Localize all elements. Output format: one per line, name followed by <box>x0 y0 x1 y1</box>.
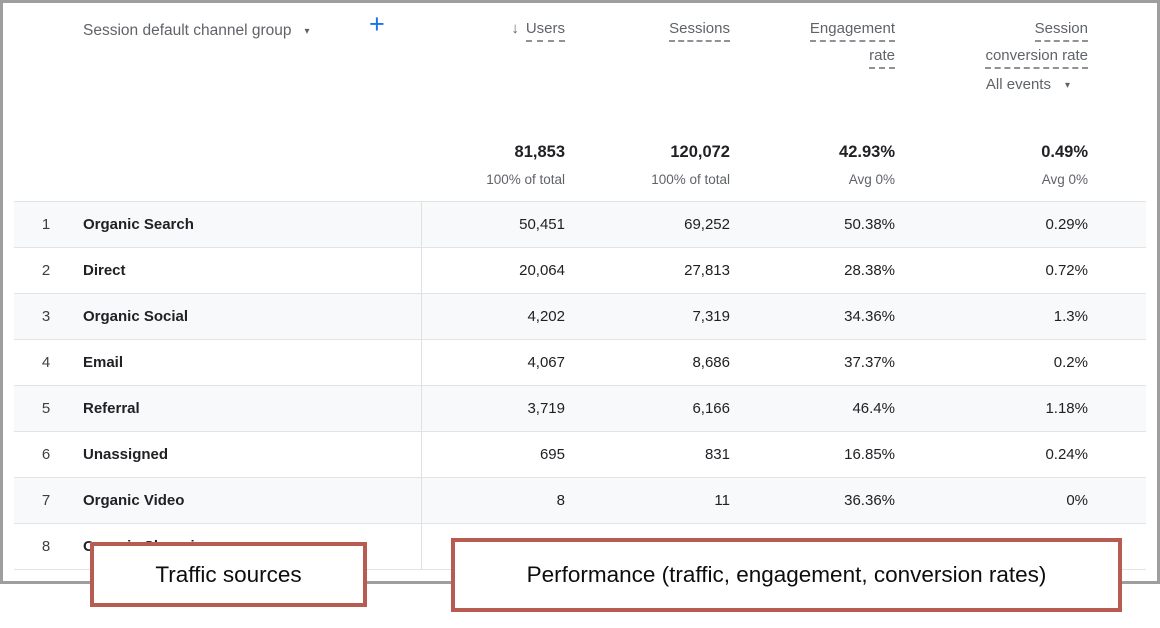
conversion-value: 0.72% <box>1045 248 1088 293</box>
conversion-value: 0.2% <box>1054 340 1088 385</box>
table-row: 5 Referral 3,719 6,166 46.4% 1.18% <box>14 385 1146 431</box>
engagement-value: 28.38% <box>844 248 895 293</box>
dimension-selector[interactable]: Session default channel group ▾ <box>83 22 310 40</box>
users-value: 20,064 <box>519 248 565 293</box>
column-divider <box>421 201 422 569</box>
conversion-value: 0.29% <box>1045 202 1088 247</box>
engagement-value: 34.36% <box>844 294 895 339</box>
chevron-down-icon: ▾ <box>1065 81 1070 91</box>
table-row: 2 Direct 20,064 27,813 28.38% 0.72% <box>14 247 1146 293</box>
sessions-value: 7,319 <box>692 294 730 339</box>
sessions-header-label[interactable]: Sessions <box>669 20 730 42</box>
chevron-down-icon: ▾ <box>305 27 310 37</box>
table-row: 4 Email 4,067 8,686 37.37% 0.2% <box>14 339 1146 385</box>
sessions-value: 27,813 <box>684 248 730 293</box>
column-header-session-conversion-rate[interactable]: Session conversion rate All events ▾ <box>985 20 1088 93</box>
channel-name: Organic Search <box>83 202 194 247</box>
engagement-header-line2[interactable]: rate <box>869 47 895 69</box>
totals-engagement-note: Avg 0% <box>839 172 895 188</box>
annotation-performance: Performance (traffic, engagement, conver… <box>451 538 1122 612</box>
engagement-header-line1[interactable]: Engagement <box>810 20 895 42</box>
column-header-sessions[interactable]: Sessions <box>669 20 730 42</box>
users-value: 3,719 <box>527 386 565 431</box>
conversion-value: 1.18% <box>1045 386 1088 431</box>
page: Session default channel group ▾ + ↓ User… <box>0 0 1160 628</box>
engagement-value: 37.37% <box>844 340 895 385</box>
totals-conversion: 0.49% Avg 0% <box>1041 142 1088 188</box>
conversion-value: 0.24% <box>1045 432 1088 477</box>
users-value: 50,451 <box>519 202 565 247</box>
users-value: 8 <box>557 478 565 523</box>
conversion-header-line2[interactable]: conversion rate <box>985 47 1088 69</box>
conversion-header-line1[interactable]: Session <box>1035 20 1088 42</box>
annotation-traffic-sources: Traffic sources <box>90 542 367 607</box>
dimension-label: Session default channel group <box>83 22 292 40</box>
column-header-engagement-rate[interactable]: Engagement rate <box>810 20 895 69</box>
table-row: 1 Organic Search 50,451 69,252 50.38% 0.29% <box>14 201 1146 247</box>
conversion-value: 0% <box>1066 478 1088 523</box>
conversion-value: 1.3% <box>1054 294 1088 339</box>
engagement-value: 36.36% <box>844 478 895 523</box>
table-panel: Session default channel group ▾ + ↓ User… <box>0 0 1160 584</box>
channel-name: Organic Social <box>83 294 188 339</box>
row-number: 6 <box>32 432 60 477</box>
users-value: 4,202 <box>527 294 565 339</box>
totals-engagement-value: 42.93% <box>839 142 895 162</box>
users-value: 695 <box>540 432 565 477</box>
sessions-value: 831 <box>705 432 730 477</box>
table-row: 6 Unassigned 695 831 16.85% 0.24% <box>14 431 1146 477</box>
engagement-value: 46.4% <box>852 386 895 431</box>
users-value: 4,067 <box>527 340 565 385</box>
channel-name: Unassigned <box>83 432 168 477</box>
channel-name: Direct <box>83 248 126 293</box>
totals-conversion-value: 0.49% <box>1041 142 1088 162</box>
row-number: 8 <box>32 524 60 569</box>
totals-users-value: 81,853 <box>486 142 565 162</box>
channel-name: Organic Video <box>83 478 184 523</box>
sessions-value: 8,686 <box>692 340 730 385</box>
row-number: 7 <box>32 478 60 523</box>
row-number: 4 <box>32 340 60 385</box>
totals-sessions-note: 100% of total <box>651 172 730 188</box>
table-row: 7 Organic Video 8 11 36.36% 0% <box>14 477 1146 523</box>
row-number: 3 <box>32 294 60 339</box>
sessions-value: 11 <box>714 478 730 523</box>
sessions-value: 69,252 <box>684 202 730 247</box>
channel-name: Email <box>83 340 123 385</box>
table-row: 3 Organic Social 4,202 7,319 34.36% 1.3% <box>14 293 1146 339</box>
conversion-event-filter[interactable]: All events ▾ <box>986 76 1070 93</box>
totals-sessions-value: 120,072 <box>651 142 730 162</box>
column-header-users[interactable]: ↓ Users <box>511 20 565 42</box>
add-column-button[interactable]: + <box>369 11 385 38</box>
sort-descending-icon: ↓ <box>511 20 519 37</box>
totals-users-note: 100% of total <box>486 172 565 188</box>
totals-conversion-note: Avg 0% <box>1041 172 1088 188</box>
totals-engagement: 42.93% Avg 0% <box>839 142 895 188</box>
row-number: 2 <box>32 248 60 293</box>
row-number: 1 <box>32 202 60 247</box>
totals-sessions: 120,072 100% of total <box>651 142 730 188</box>
table-body: 1 Organic Search 50,451 69,252 50.38% 0.29% 2D… <box>14 201 1146 570</box>
events-filter-label: All events <box>986 76 1051 93</box>
annotation-performance-label: Performance (traffic, engagement, conver… <box>527 562 1047 588</box>
channel-name: Referral <box>83 386 140 431</box>
annotation-traffic-sources-label: Traffic sources <box>155 562 301 588</box>
row-number: 5 <box>32 386 60 431</box>
users-header-label[interactable]: Users <box>526 20 565 42</box>
totals-users: 81,853 100% of total <box>486 142 565 188</box>
engagement-value: 16.85% <box>844 432 895 477</box>
sessions-value: 6,166 <box>692 386 730 431</box>
engagement-value: 50.38% <box>844 202 895 247</box>
